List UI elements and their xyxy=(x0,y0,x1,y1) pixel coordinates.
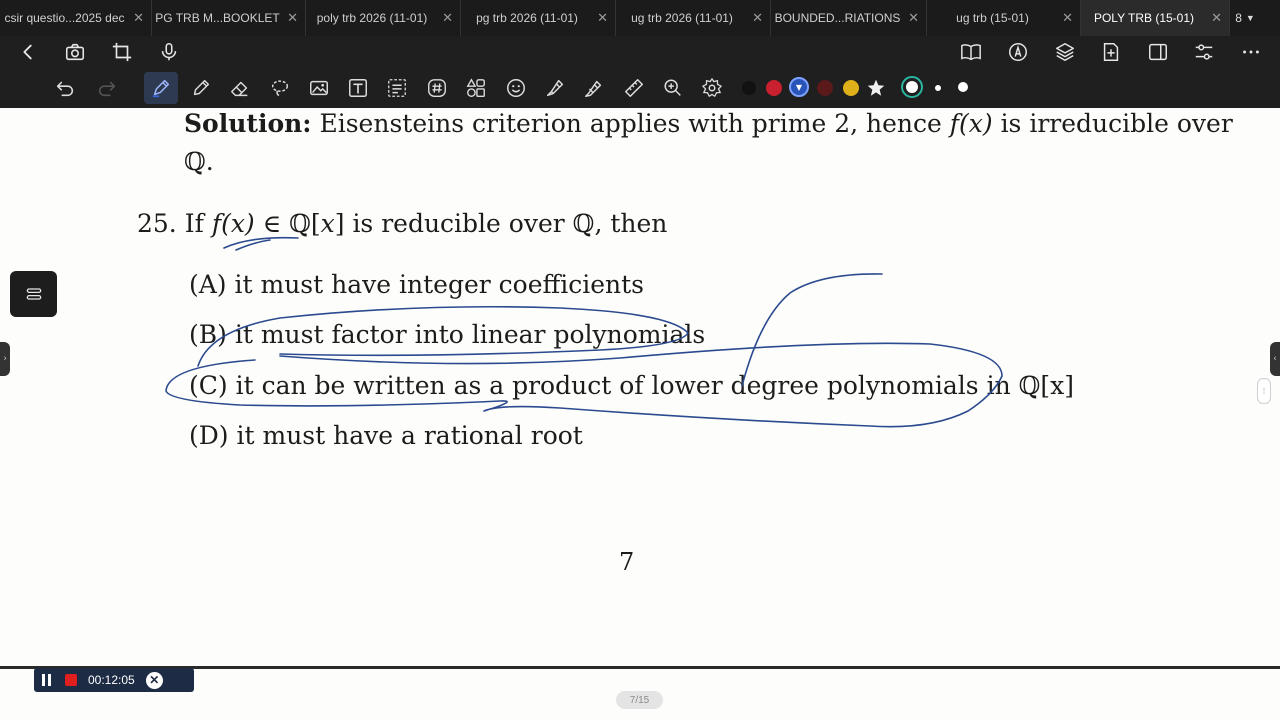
color-black[interactable] xyxy=(742,81,756,95)
top-toolbar xyxy=(0,36,1280,68)
more-icon[interactable] xyxy=(1237,38,1265,66)
sidebar-icon[interactable] xyxy=(1144,38,1172,66)
stroke-size-large-selected[interactable] xyxy=(901,76,923,98)
color-yellow[interactable] xyxy=(843,80,859,96)
tab-label: POLY TRB (15-01) xyxy=(1093,11,1195,25)
ink-loop-c xyxy=(165,342,1003,428)
eraser-icon[interactable] xyxy=(226,74,254,102)
tab-label: pg trb 2026 (11-01) xyxy=(476,11,578,25)
tab-label: ug trb (15-01) xyxy=(956,11,1029,25)
recording-time: 00:12:05 xyxy=(88,673,135,687)
close-tab-icon[interactable]: ✕ xyxy=(597,10,608,26)
back-arrow-icon[interactable] xyxy=(14,38,42,66)
tab-label: csir questio...2025 dec xyxy=(4,11,125,25)
layers-icon[interactable] xyxy=(1051,38,1079,66)
sliders-icon[interactable] xyxy=(1190,38,1218,66)
chevron-down-icon: ▼ xyxy=(1245,13,1255,23)
tab-1[interactable]: PG TRB M...BOOKLET ✕ xyxy=(152,0,306,36)
redo-icon[interactable] xyxy=(93,74,121,102)
tab-label: poly trb 2026 (11-01) xyxy=(316,11,428,25)
pause-icon[interactable] xyxy=(42,674,54,686)
drawing-toolbar: ▼ xyxy=(0,68,1280,108)
tab-count-button[interactable]: 8 ▼ xyxy=(1230,0,1260,36)
pen-circle-icon[interactable] xyxy=(1004,38,1032,66)
emoji-icon[interactable] xyxy=(502,74,530,102)
stroke-size-small[interactable] xyxy=(935,85,941,91)
shapes-icon[interactable] xyxy=(462,74,490,102)
right-panel-toggle[interactable]: ‹ xyxy=(1270,342,1280,376)
left-panel-toggle[interactable]: › xyxy=(0,342,10,376)
pen-icon[interactable] xyxy=(144,72,178,104)
zoom-icon[interactable] xyxy=(659,74,687,102)
tab-0[interactable]: csir questio...2025 dec ✕ xyxy=(0,0,152,36)
close-tab-icon[interactable]: ✕ xyxy=(287,10,298,26)
ink-arrow xyxy=(741,273,883,387)
text-select-icon[interactable] xyxy=(383,74,411,102)
tab-label: BOUNDED...RIATIONS xyxy=(774,11,901,25)
color-blue-selected[interactable]: ▼ xyxy=(789,77,809,97)
tab-7-active[interactable]: POLY TRB (15-01) ✕ xyxy=(1081,0,1230,36)
tab-4[interactable]: ug trb 2026 (11-01) ✕ xyxy=(616,0,771,36)
microphone-icon[interactable] xyxy=(155,38,183,66)
favorite-star-icon[interactable] xyxy=(862,74,890,102)
chevron-down-icon: ▼ xyxy=(795,82,803,92)
pencil-icon[interactable] xyxy=(187,74,215,102)
ruler-icon[interactable] xyxy=(620,74,648,102)
tab-count: 8 xyxy=(1235,11,1242,25)
scroll-grip[interactable]: ⋮ xyxy=(1257,378,1271,404)
color-red[interactable] xyxy=(766,80,782,96)
lasso-icon[interactable] xyxy=(266,74,294,102)
tab-label: ug trb 2026 (11-01) xyxy=(631,11,733,25)
tab-3[interactable]: pg trb 2026 (11-01) ✕ xyxy=(461,0,616,36)
color-maroon[interactable] xyxy=(817,80,833,96)
close-tab-icon[interactable]: ✕ xyxy=(908,10,919,26)
hash-icon[interactable] xyxy=(423,74,451,102)
recording-bar: 00:12:05 ✕ xyxy=(34,668,194,692)
text-icon[interactable] xyxy=(344,74,372,102)
marker-icon[interactable] xyxy=(580,74,608,102)
page-indicator: 7/15 xyxy=(616,691,663,709)
tab-bar: csir questio...2025 dec ✕ PG TRB M...BOO… xyxy=(0,0,1280,37)
stop-icon[interactable] xyxy=(65,674,77,686)
image-icon[interactable] xyxy=(305,74,333,102)
tab-5[interactable]: BOUNDED...RIATIONS ✕ xyxy=(771,0,927,36)
highlighter-icon[interactable] xyxy=(541,74,569,102)
grip-dots-icon: ⋮ xyxy=(1260,387,1268,395)
close-tab-icon[interactable]: ✕ xyxy=(133,10,144,26)
close-tab-icon[interactable]: ✕ xyxy=(752,10,763,26)
ink-underline xyxy=(223,236,299,251)
menu-lines-icon xyxy=(26,288,41,300)
close-tab-icon[interactable]: ✕ xyxy=(442,10,453,26)
crop-icon[interactable] xyxy=(108,38,136,66)
tab-6[interactable]: ug trb (15-01) ✕ xyxy=(927,0,1081,36)
book-icon[interactable] xyxy=(957,38,985,66)
side-menu-handle[interactable] xyxy=(10,271,57,317)
chevron-right-icon: › xyxy=(3,354,7,364)
chevron-left-icon: ‹ xyxy=(1273,354,1277,364)
document-page[interactable]: Solution: Eisensteins criterion applies … xyxy=(0,108,1280,666)
tab-label: PG TRB M...BOOKLET xyxy=(155,11,280,25)
close-tab-icon[interactable]: ✕ xyxy=(1211,10,1222,26)
ink-loop-b xyxy=(197,305,689,367)
tab-2[interactable]: poly trb 2026 (11-01) ✕ xyxy=(306,0,461,36)
undo-icon[interactable] xyxy=(51,74,79,102)
camera-icon[interactable] xyxy=(61,38,89,66)
close-icon[interactable]: ✕ xyxy=(145,671,163,689)
close-tab-icon[interactable]: ✕ xyxy=(1062,10,1073,26)
ink-annotations xyxy=(165,236,1003,428)
settings-icon[interactable] xyxy=(698,74,726,102)
add-page-icon[interactable] xyxy=(1097,38,1125,66)
stroke-dot xyxy=(906,81,918,93)
stroke-size-medium[interactable] xyxy=(958,82,968,92)
